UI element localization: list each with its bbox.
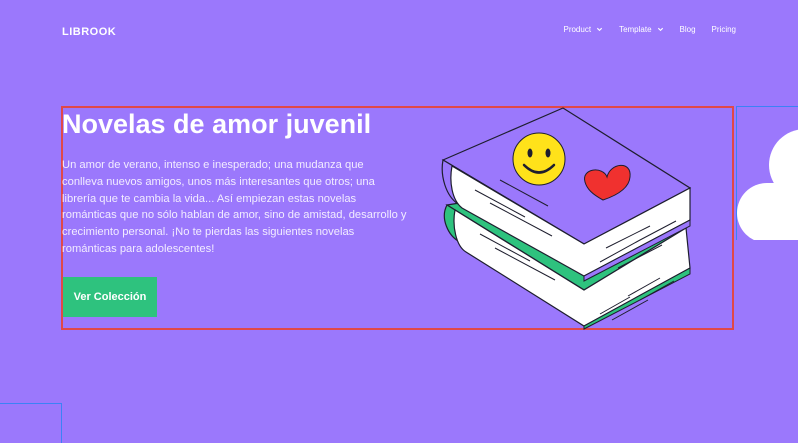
nav-item-label: Blog [679,25,696,34]
nav-item-template[interactable]: Template [619,25,663,34]
cloud-decoration [736,106,798,240]
nav-item-label: Product [563,25,592,34]
nav-item-pricing[interactable]: Pricing [712,25,736,34]
nav-item-label: Template [619,25,652,34]
view-collection-button[interactable]: Ver Colección [63,277,157,317]
stacked-books-illustration [441,107,692,330]
chevron-down-icon [657,27,663,32]
logo[interactable]: LIBROOK [62,26,116,38]
chevron-down-icon [596,27,603,32]
smiley-icon [512,132,566,186]
hero-description: Un amor de verano, intenso e inesperado;… [62,159,407,255]
top-nav: Product Template Blog Pricing [563,25,736,34]
nav-item-label: Pricing [711,25,736,34]
corner-decoration [0,403,62,443]
page-title: Novelas de amor juvenil [62,109,372,139]
nav-item-product[interactable]: Product [563,25,603,34]
cloud-icon [737,129,798,240]
nav-item-blog[interactable]: Blog [680,25,696,34]
